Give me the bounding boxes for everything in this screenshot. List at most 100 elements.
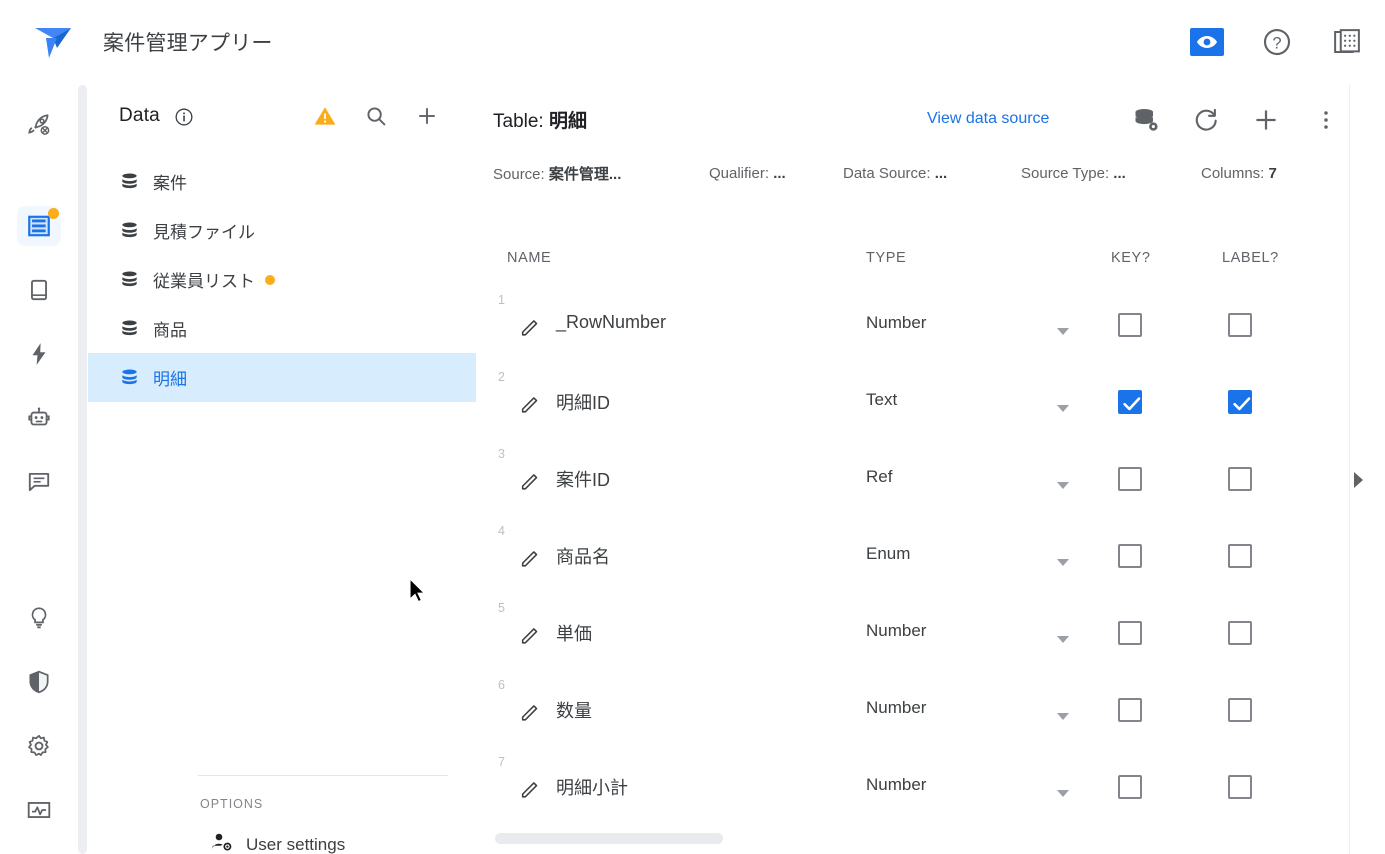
- type-dropdown-caret-icon[interactable]: [1056, 708, 1070, 726]
- table-metadata-row: Source: 案件管理... Qualifier: ... Data Source…: [493, 163, 1323, 184]
- sidebar-item-settings[interactable]: [17, 726, 61, 766]
- plus-icon: [1256, 110, 1276, 130]
- key-checkbox[interactable]: [1118, 544, 1142, 568]
- comment-icon: [28, 473, 50, 492]
- column-name: 数量: [556, 701, 592, 721]
- label-checkbox[interactable]: [1228, 698, 1252, 722]
- metadata-label: Source:: [493, 166, 545, 183]
- table-list-item[interactable]: 見積ファイル: [88, 206, 476, 255]
- column-type: Text: [866, 390, 898, 409]
- type-dropdown-caret-icon[interactable]: [1056, 477, 1070, 495]
- sidebar-item-intelligence[interactable]: [17, 398, 61, 438]
- table-heading-prefix: Table:: [493, 111, 544, 132]
- regenerate-button[interactable]: [1191, 105, 1221, 135]
- sidebar-item-ideas[interactable]: [17, 597, 61, 637]
- column-name: 単価: [556, 624, 592, 644]
- label-checkbox[interactable]: [1228, 390, 1252, 414]
- row-index: 6: [498, 678, 505, 692]
- data-source-settings-button[interactable]: [1131, 105, 1161, 135]
- table-heading-name: 明細: [548, 111, 587, 132]
- column-headers: NAME TYPE KEY? LABEL?: [476, 250, 1336, 280]
- appsheet-logo[interactable]: [33, 24, 73, 62]
- monitor-chart-icon: [27, 801, 51, 818]
- table-list-item-label: 案件: [153, 174, 187, 193]
- table-list-item[interactable]: 商品: [88, 304, 476, 353]
- rail-divider[interactable]: [78, 85, 87, 854]
- label-checkbox[interactable]: [1228, 467, 1252, 491]
- row-index: 7: [498, 755, 505, 769]
- rocket-icon: [28, 114, 50, 135]
- table-list-item[interactable]: 案件: [88, 157, 476, 206]
- info-circle-icon[interactable]: [174, 107, 194, 132]
- user-settings-item[interactable]: User settings: [210, 830, 345, 854]
- table-list-item-label: 見積ファイル: [153, 223, 255, 242]
- left-rail: [0, 85, 78, 854]
- data-search-button[interactable]: [363, 103, 389, 129]
- edit-column-icon[interactable]: [519, 470, 541, 497]
- edit-column-icon[interactable]: [519, 624, 541, 651]
- type-dropdown-caret-icon[interactable]: [1056, 323, 1070, 341]
- key-checkbox[interactable]: [1118, 775, 1142, 799]
- edit-column-icon[interactable]: [519, 547, 541, 574]
- person-gear-icon: [210, 830, 234, 854]
- sidebar-item-deploy[interactable]: [17, 105, 61, 145]
- type-dropdown-caret-icon[interactable]: [1056, 631, 1070, 649]
- row-index: 5: [498, 601, 505, 615]
- more-options-button[interactable]: [1311, 105, 1341, 135]
- sidebar-item-security[interactable]: [17, 662, 61, 702]
- key-checkbox[interactable]: [1118, 313, 1142, 337]
- data-warning-button[interactable]: [312, 103, 338, 129]
- preview-app-button[interactable]: [1189, 24, 1225, 60]
- appsheet-editor: 案件管理アプリー ? Data 案件 見積ファイル 従業員リスト 商品 明細 O…: [0, 0, 1385, 854]
- edit-column-icon[interactable]: [519, 316, 541, 343]
- bolt-icon: [32, 343, 46, 365]
- data-add-table-button[interactable]: [414, 103, 440, 129]
- table-metadata-cell: Columns: 7: [1201, 165, 1277, 182]
- key-checkbox[interactable]: [1118, 390, 1142, 414]
- horizontal-scrollbar[interactable]: [495, 833, 723, 844]
- label-checkbox[interactable]: [1228, 313, 1252, 337]
- sidebar-item-monitor[interactable]: [17, 790, 61, 830]
- table-row: 4 商品名 Enum: [476, 521, 1336, 598]
- label-checkbox[interactable]: [1228, 621, 1252, 645]
- database-icon: [119, 318, 140, 339]
- table-list: 案件見積ファイル従業員リスト 商品 明細: [88, 157, 476, 402]
- lightbulb-icon: [31, 606, 47, 628]
- right-panel-divider: [1349, 85, 1350, 854]
- triangle-right-icon: [1354, 472, 1363, 488]
- table-row: 6 数量 Number: [476, 675, 1336, 752]
- question-circle-icon: ?: [1263, 28, 1291, 56]
- data-notification-badge: [48, 207, 59, 219]
- type-dropdown-caret-icon[interactable]: [1056, 785, 1070, 803]
- shield-icon: [29, 670, 49, 693]
- table-list-item[interactable]: 従業員リスト: [88, 255, 476, 304]
- database-icon: [119, 269, 140, 290]
- column-type: Number: [866, 621, 927, 640]
- expand-right-panel-handle[interactable]: [1351, 470, 1365, 490]
- column-name: 商品名: [556, 547, 610, 567]
- key-checkbox[interactable]: [1118, 698, 1142, 722]
- label-checkbox[interactable]: [1228, 775, 1252, 799]
- sidebar-item-app[interactable]: [17, 270, 61, 310]
- add-column-button[interactable]: [1251, 105, 1281, 135]
- type-dropdown-caret-icon[interactable]: [1056, 400, 1070, 418]
- key-checkbox[interactable]: [1118, 621, 1142, 645]
- table-list-item[interactable]: 明細: [88, 353, 476, 402]
- edit-column-icon[interactable]: [519, 778, 541, 805]
- kebab-menu-icon: [1324, 111, 1328, 129]
- edit-column-icon[interactable]: [519, 393, 541, 420]
- type-dropdown-caret-icon[interactable]: [1056, 554, 1070, 572]
- column-name: 案件ID: [556, 470, 610, 490]
- key-checkbox[interactable]: [1118, 467, 1142, 491]
- sidebar-item-data[interactable]: [17, 205, 61, 246]
- sidebar-item-automation[interactable]: [17, 334, 61, 374]
- table-metadata-cell: Source Type: ...: [1021, 165, 1201, 182]
- edit-column-icon[interactable]: [519, 701, 541, 728]
- help-button[interactable]: ?: [1259, 24, 1295, 60]
- row-index: 4: [498, 524, 505, 538]
- view-data-source-link[interactable]: View data source: [927, 110, 1049, 128]
- spreadsheet-button[interactable]: [1329, 24, 1365, 60]
- sidebar-item-chat[interactable]: [17, 462, 61, 502]
- label-checkbox[interactable]: [1228, 544, 1252, 568]
- column-header-label: LABEL?: [1222, 250, 1279, 266]
